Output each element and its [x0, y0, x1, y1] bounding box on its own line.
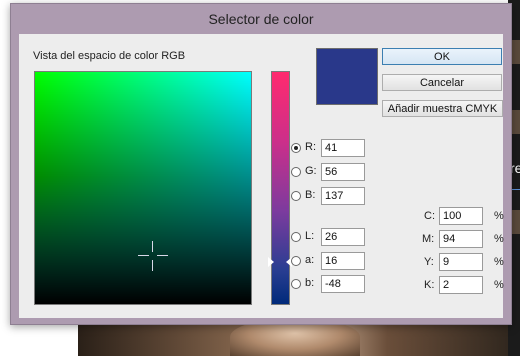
l-label: L: — [305, 230, 315, 242]
ok-button[interactable]: OK — [382, 48, 502, 65]
crosshair-icon[interactable] — [138, 241, 168, 271]
m-unit: % — [494, 233, 504, 245]
add-cmyk-swatch-button[interactable]: Añadir muestra CMYK — [382, 100, 503, 117]
l-input[interactable]: 26 — [321, 228, 365, 246]
a-label: a: — [305, 254, 315, 266]
slider-handle-left-icon[interactable] — [268, 257, 274, 267]
dialog-title: Selector de color — [208, 11, 314, 27]
y-label: Y: — [424, 256, 434, 268]
current-color-swatch — [316, 48, 378, 105]
y-input[interactable]: 9 — [439, 253, 483, 271]
g-input[interactable]: 56 — [321, 163, 365, 181]
radio-g[interactable] — [291, 167, 301, 177]
color-field[interactable] — [34, 71, 252, 305]
c-label: C: — [424, 210, 435, 222]
b-input[interactable]: 137 — [321, 187, 365, 205]
r-input[interactable]: 41 — [321, 139, 365, 157]
k-unit: % — [494, 279, 504, 291]
k-input[interactable]: 2 — [439, 276, 483, 294]
radio-lab-b[interactable] — [291, 279, 301, 289]
lab-b-label: b: — [305, 277, 315, 289]
cancel-button[interactable]: Cancelar — [382, 74, 502, 91]
b-label: B: — [305, 189, 316, 201]
color-picker-dialog: Selector de color Vista del espacio de c… — [10, 3, 512, 325]
radio-l[interactable] — [291, 232, 301, 242]
color-space-label: Vista del espacio de color RGB — [33, 50, 186, 62]
c-input[interactable]: 100 — [439, 207, 483, 225]
m-label: M: — [422, 233, 435, 245]
radio-a[interactable] — [291, 256, 301, 266]
r-label: R: — [305, 141, 316, 153]
radio-b[interactable] — [291, 191, 301, 201]
a-input[interactable]: 16 — [321, 252, 365, 270]
y-unit: % — [494, 256, 504, 268]
c-unit: % — [494, 210, 504, 222]
radio-r[interactable] — [291, 143, 301, 153]
color-slider[interactable] — [271, 71, 290, 305]
lab-b-input[interactable]: -48 — [321, 275, 365, 293]
g-label: G: — [305, 165, 317, 177]
dialog-client-area: Vista del espacio de color RGB OK Cancel… — [19, 34, 504, 318]
k-label: K: — [424, 279, 435, 291]
m-input[interactable]: 94 — [439, 230, 483, 248]
